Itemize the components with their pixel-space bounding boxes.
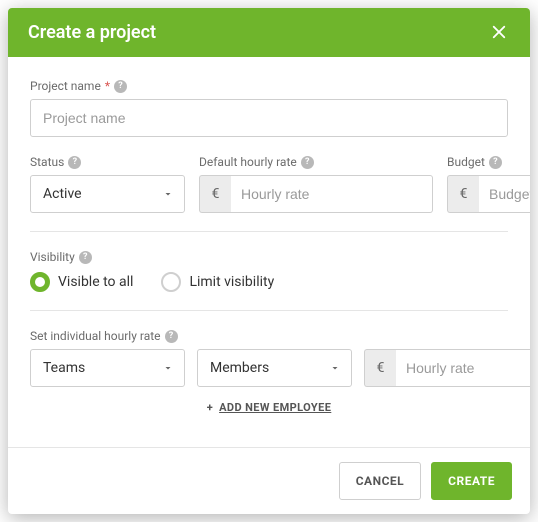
project-name-group: Project name * ? bbox=[30, 79, 508, 137]
individual-rate-input[interactable] bbox=[396, 349, 530, 387]
create-button[interactable]: CREATE bbox=[431, 462, 512, 500]
budget-input-wrap: € bbox=[447, 175, 530, 213]
modal-footer: CANCEL CREATE bbox=[8, 447, 530, 514]
help-icon[interactable]: ? bbox=[114, 80, 127, 93]
radio-circle-icon bbox=[161, 272, 181, 292]
radio-limit-visibility[interactable]: Limit visibility bbox=[161, 272, 274, 292]
project-name-label: Project name * ? bbox=[30, 79, 508, 93]
visibility-group: Visibility ? Visible to all Limit visibi… bbox=[30, 250, 508, 292]
members-select[interactable]: Members bbox=[197, 349, 352, 387]
project-name-input[interactable] bbox=[30, 99, 508, 137]
radio-label: Visible to all bbox=[58, 274, 133, 290]
modal-header: Create a project bbox=[8, 8, 530, 57]
modal-title: Create a project bbox=[28, 22, 156, 43]
label-text: Status bbox=[30, 155, 64, 169]
individual-rate-row: Teams Members € bbox=[30, 349, 508, 387]
radio-visible-to-all[interactable]: Visible to all bbox=[30, 272, 133, 292]
default-hourly-input[interactable] bbox=[231, 175, 433, 213]
button-label: CANCEL bbox=[356, 474, 404, 488]
help-icon[interactable]: ? bbox=[68, 156, 81, 169]
currency-prefix: € bbox=[199, 175, 231, 213]
modal-body: Project name * ? Status ? Active Default bbox=[8, 57, 530, 447]
status-select[interactable]: Active bbox=[30, 175, 185, 213]
default-hourly-label: Default hourly rate ? bbox=[199, 155, 433, 169]
currency-prefix: € bbox=[364, 349, 396, 387]
status-selected-value: Active bbox=[43, 186, 82, 202]
radio-circle-icon bbox=[30, 272, 50, 292]
close-button[interactable] bbox=[490, 23, 510, 43]
budget-input[interactable] bbox=[479, 175, 530, 213]
budget-group: Budget ? € bbox=[447, 155, 530, 213]
status-label: Status ? bbox=[30, 155, 185, 169]
caret-down-icon bbox=[162, 188, 174, 200]
individual-rate-label: Set individual hourly rate ? bbox=[30, 329, 508, 343]
visibility-label: Visibility ? bbox=[30, 250, 508, 264]
label-text: Project name bbox=[30, 79, 101, 93]
plus-icon: + bbox=[207, 401, 213, 414]
add-new-employee-button[interactable]: + ADD NEW EMPLOYEE bbox=[30, 401, 508, 414]
required-asterisk: * bbox=[105, 79, 110, 93]
teams-select[interactable]: Teams bbox=[30, 349, 185, 387]
teams-selected-value: Teams bbox=[43, 360, 85, 376]
default-hourly-group: Default hourly rate ? € bbox=[199, 155, 433, 213]
help-icon[interactable]: ? bbox=[79, 251, 92, 264]
currency-prefix: € bbox=[447, 175, 479, 213]
divider bbox=[30, 231, 508, 232]
label-text: Visibility bbox=[30, 250, 75, 264]
help-icon[interactable]: ? bbox=[165, 330, 178, 343]
caret-down-icon bbox=[329, 362, 341, 374]
button-label: CREATE bbox=[448, 474, 495, 488]
add-new-label: ADD NEW EMPLOYEE bbox=[219, 401, 331, 414]
close-icon bbox=[490, 23, 508, 41]
caret-down-icon bbox=[162, 362, 174, 374]
visibility-radio-group: Visible to all Limit visibility bbox=[30, 272, 508, 292]
help-icon[interactable]: ? bbox=[489, 156, 502, 169]
status-group: Status ? Active bbox=[30, 155, 185, 213]
radio-label: Limit visibility bbox=[189, 274, 274, 290]
status-rate-budget-row: Status ? Active Default hourly rate ? € bbox=[30, 155, 508, 213]
individual-rate-input-wrap: € bbox=[364, 349, 530, 387]
individual-rate-group: Set individual hourly rate ? Teams Membe… bbox=[30, 329, 508, 414]
help-icon[interactable]: ? bbox=[301, 156, 314, 169]
cancel-button[interactable]: CANCEL bbox=[339, 462, 421, 500]
create-project-modal: Create a project Project name * ? Status… bbox=[8, 8, 530, 514]
label-text: Default hourly rate bbox=[199, 155, 297, 169]
members-selected-value: Members bbox=[210, 360, 269, 376]
divider bbox=[30, 310, 508, 311]
budget-label: Budget ? bbox=[447, 155, 530, 169]
label-text: Set individual hourly rate bbox=[30, 329, 161, 343]
label-text: Budget bbox=[447, 155, 485, 169]
default-hourly-input-wrap: € bbox=[199, 175, 433, 213]
